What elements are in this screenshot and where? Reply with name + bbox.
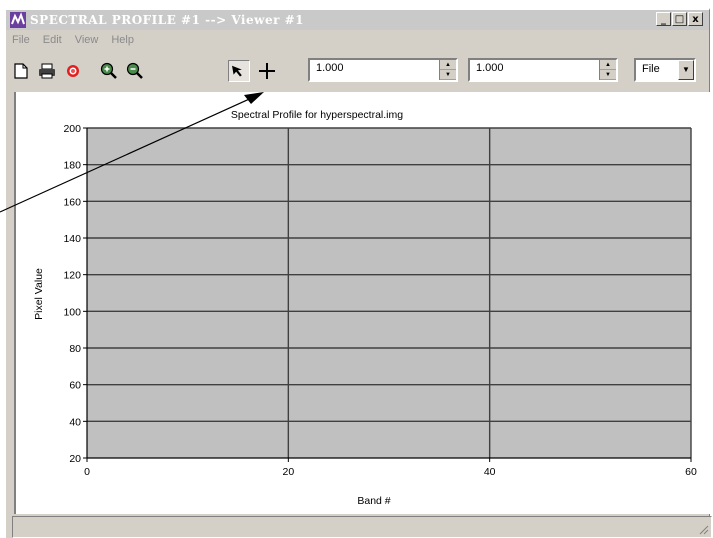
chevron-down-icon[interactable]: ▼: [678, 60, 694, 80]
output-combo[interactable]: File ▼: [634, 58, 696, 82]
x-tick-label: 60: [685, 466, 697, 478]
print-button[interactable]: [36, 60, 58, 82]
crosshair-tool-button[interactable]: [256, 60, 278, 82]
color-button[interactable]: [62, 60, 84, 82]
select-tool-button[interactable]: [228, 60, 250, 82]
spin-input-2[interactable]: 1.000 ▲ ▼: [468, 58, 618, 82]
window-title: SPECTRAL PROFILE #1 --> Viewer #1: [30, 13, 304, 27]
status-bar: [12, 516, 712, 538]
combo-value: File: [642, 63, 660, 75]
window-controls: _ □ x: [655, 12, 703, 26]
close-button[interactable]: x: [688, 12, 703, 26]
zoom-in-button[interactable]: [98, 60, 120, 82]
y-axis-label: Pixel Value: [33, 268, 45, 320]
arrow-pointer-icon: [232, 65, 242, 77]
chart-title: Spectral Profile for hyperspectral.img: [231, 109, 403, 121]
resize-grip-icon[interactable]: [697, 523, 709, 535]
y-tick-label: 60: [69, 380, 81, 392]
spectral-profile-window: SPECTRAL PROFILE #1 --> Viewer #1 _ □ x …: [4, 8, 712, 538]
y-tick-label: 80: [69, 343, 81, 355]
spin-input-1-value: 1.000: [316, 62, 344, 74]
new-document-icon: [14, 63, 28, 79]
menu-help[interactable]: Help: [105, 32, 141, 50]
y-tick-label: 140: [63, 233, 81, 245]
maximize-button[interactable]: □: [672, 12, 687, 26]
spin-input-1-arrows[interactable]: ▲ ▼: [439, 60, 456, 80]
menu-file[interactable]: File: [6, 32, 37, 50]
y-tick-label: 160: [63, 196, 81, 208]
toolbar: 1.000 ▲ ▼ 1.000 ▲ ▼ File ▼: [6, 52, 709, 88]
spin-input-1[interactable]: 1.000 ▲ ▼: [308, 58, 458, 82]
y-tick-label: 40: [69, 416, 81, 428]
color-wheel-icon: [67, 65, 79, 77]
app-icon: [10, 12, 26, 28]
spin-input-2-arrows[interactable]: ▲ ▼: [599, 60, 616, 80]
y-tick-label: 180: [63, 160, 81, 172]
title-bar[interactable]: SPECTRAL PROFILE #1 --> Viewer #1 _ □ x: [6, 10, 709, 30]
crosshair-icon: [259, 63, 275, 79]
plot-panel: Spectral Profile for hyperspectral.img 2…: [14, 92, 712, 514]
menu-bar: File Edit View Help: [6, 32, 141, 50]
x-tick-label: 0: [84, 466, 90, 478]
menu-view[interactable]: View: [69, 32, 106, 50]
new-document-button[interactable]: [10, 60, 32, 82]
zoom-out-button[interactable]: [124, 60, 146, 82]
y-tick-label: 100: [63, 306, 81, 318]
x-tick-label: 40: [484, 466, 496, 478]
plot-area[interactable]: [87, 128, 691, 458]
minimize-button[interactable]: _: [656, 12, 671, 26]
spectral-profile-chart[interactable]: Spectral Profile for hyperspectral.img 2…: [16, 92, 712, 514]
y-tick-label: 200: [63, 123, 81, 135]
printer-icon: [39, 63, 55, 79]
spin-up-icon[interactable]: ▲: [440, 60, 456, 70]
zoom-out-icon: [126, 62, 143, 79]
x-axis-label: Band #: [357, 495, 390, 507]
menu-edit[interactable]: Edit: [37, 32, 69, 50]
x-tick-label: 20: [282, 466, 294, 478]
zoom-in-icon: [100, 62, 117, 79]
spin-down-icon[interactable]: ▼: [440, 70, 456, 80]
spin-down-icon[interactable]: ▼: [600, 70, 616, 80]
spin-input-2-value: 1.000: [476, 62, 504, 74]
spin-up-icon[interactable]: ▲: [600, 60, 616, 70]
y-tick-label: 120: [63, 270, 81, 282]
y-tick-label: 20: [69, 453, 81, 465]
